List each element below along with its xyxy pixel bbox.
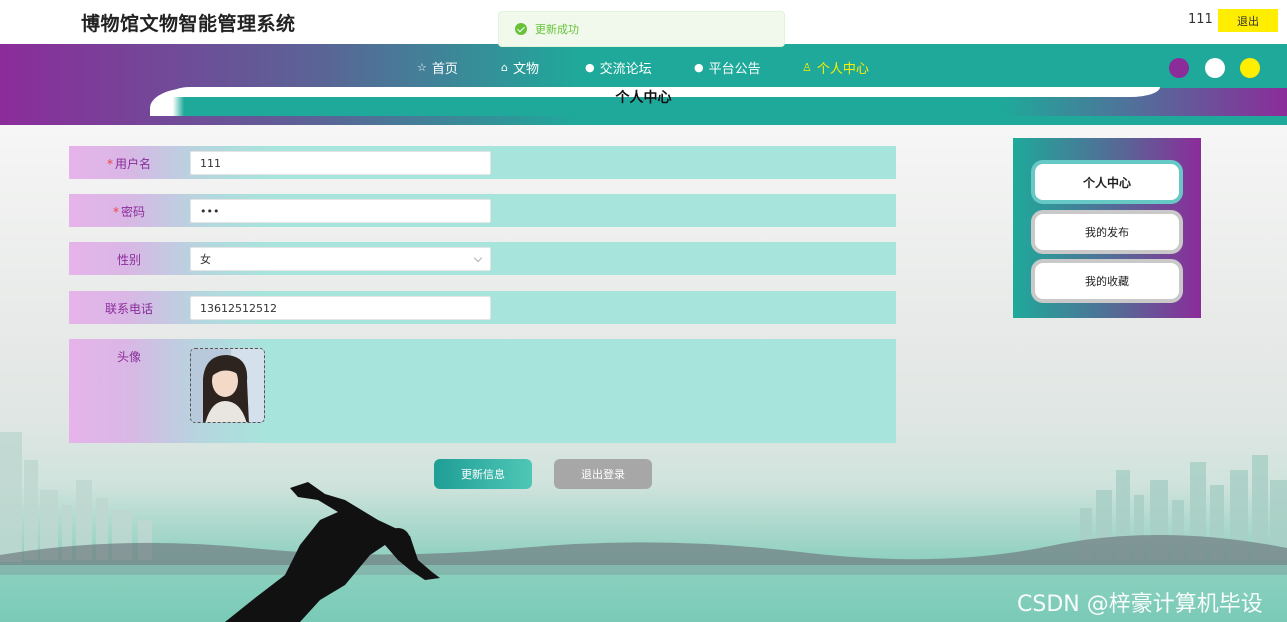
- nav-item-announcements[interactable]: ● 平台公告: [694, 58, 761, 77]
- username-label: * 用户名: [106, 157, 151, 171]
- star-icon: ☆: [417, 61, 427, 74]
- side-menu: 个人中心 我的发布 我的收藏: [1013, 138, 1201, 318]
- site-title: 博物馆文物智能管理系统: [81, 13, 296, 35]
- current-username: 111: [1188, 12, 1213, 27]
- password-input[interactable]: •••: [190, 199, 491, 223]
- username-input[interactable]: 111: [190, 151, 491, 175]
- avatar-label: 头像: [116, 350, 141, 364]
- success-toast: 更新成功: [498, 11, 785, 47]
- toast-message: 更新成功: [535, 23, 579, 36]
- gender-label: 性别: [116, 253, 141, 267]
- dot-circle-icon: ●: [694, 61, 704, 74]
- csdn-watermark: CSDN @梓豪计算机毕设: [1017, 592, 1263, 617]
- gender-select-value: 女: [200, 253, 211, 266]
- side-menu-my-favorites[interactable]: 我的收藏: [1031, 259, 1183, 303]
- form-row-avatar: 头像: [69, 339, 896, 443]
- password-label: * 密码: [112, 205, 145, 219]
- chevron-down-icon: [473, 253, 483, 263]
- main-nav: ☆ 首页 ⌂ 文物 ● 交流论坛 ● 平台公告 ♙ 个人中心: [0, 44, 1287, 88]
- avatar-image: [191, 349, 264, 422]
- info-circle-icon: ●: [585, 61, 595, 74]
- form-row-username: * 用户名 111: [69, 146, 896, 179]
- side-menu-personal-center[interactable]: 个人中心: [1031, 160, 1183, 204]
- theme-dot-yellow[interactable]: [1240, 58, 1260, 78]
- logout-account-button[interactable]: 退出登录: [554, 459, 652, 489]
- form-row-password: * 密码 •••: [69, 194, 896, 227]
- form-row-phone: 联系电话 13612512512: [69, 291, 896, 324]
- form-row-gender: 性别 女: [69, 242, 896, 275]
- theme-dot-purple[interactable]: [1169, 58, 1189, 78]
- phone-label: 联系电话: [104, 302, 153, 316]
- nav-item-relics[interactable]: ⌂ 文物: [501, 58, 539, 77]
- nav-item-home[interactable]: ☆ 首页: [417, 58, 458, 77]
- home-icon: ⌂: [501, 61, 508, 74]
- gender-select[interactable]: 女: [190, 247, 491, 271]
- check-circle-icon: [515, 23, 527, 35]
- theme-dot-white[interactable]: [1205, 58, 1225, 78]
- nav-item-forum[interactable]: ● 交流论坛: [585, 58, 652, 77]
- page-title: 个人中心: [615, 90, 672, 106]
- avatar-upload[interactable]: [190, 348, 265, 423]
- nav-item-personal-center[interactable]: ♙ 个人中心: [802, 58, 869, 77]
- logout-button[interactable]: 退出: [1218, 9, 1278, 32]
- user-icon: ♙: [802, 61, 812, 74]
- side-menu-my-posts[interactable]: 我的发布: [1031, 210, 1183, 254]
- update-info-button[interactable]: 更新信息: [434, 459, 532, 489]
- phone-input[interactable]: 13612512512: [190, 296, 491, 320]
